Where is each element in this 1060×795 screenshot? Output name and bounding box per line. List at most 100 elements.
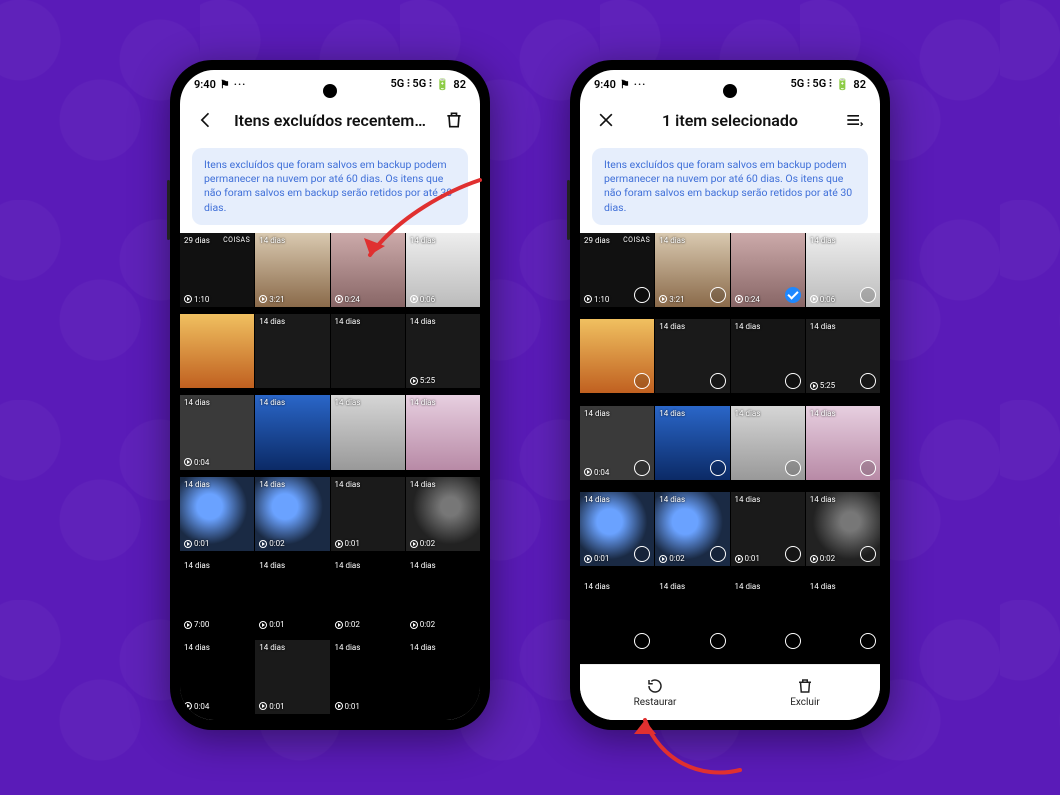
media-cell[interactable]: 14 dias bbox=[406, 640, 480, 714]
media-cell[interactable]: 14 dias0:04 bbox=[580, 406, 654, 480]
selection-circle[interactable] bbox=[710, 460, 726, 476]
trash-button[interactable] bbox=[438, 104, 470, 136]
media-cell[interactable]: 14 dias0:02 bbox=[255, 477, 329, 551]
duration-label: 0:01 bbox=[584, 554, 609, 563]
play-icon bbox=[259, 702, 267, 710]
play-icon bbox=[810, 555, 818, 563]
media-cell[interactable]: 14 dias bbox=[731, 579, 805, 653]
days-remaining-label: 14 dias bbox=[259, 398, 285, 407]
selection-circle[interactable] bbox=[710, 287, 726, 303]
media-cell[interactable]: 14 dias0:04 bbox=[180, 395, 254, 469]
play-icon bbox=[259, 295, 267, 303]
play-icon bbox=[584, 295, 592, 303]
media-cell[interactable]: 14 dias0:02 bbox=[655, 492, 729, 566]
media-cell[interactable]: 14 dias bbox=[255, 395, 329, 469]
media-cell[interactable]: 14 dias0:02 bbox=[806, 492, 880, 566]
status-time: 9:40 bbox=[194, 78, 216, 91]
delete-button[interactable]: Excluir bbox=[730, 665, 880, 720]
selection-circle[interactable] bbox=[785, 546, 801, 562]
play-icon bbox=[259, 540, 267, 548]
days-remaining-label: 14 dias bbox=[184, 398, 210, 407]
page-title: Itens excluídos recentem… bbox=[230, 111, 430, 130]
days-remaining-label: 14 dias bbox=[659, 495, 685, 504]
back-button[interactable] bbox=[190, 104, 222, 136]
media-cell[interactable]: 14 dias0:01 bbox=[331, 640, 405, 714]
duration-label: 0:01 bbox=[335, 539, 360, 548]
days-remaining-label: 14 dias bbox=[735, 409, 761, 418]
media-cell[interactable]: 14 dias0:04 bbox=[180, 640, 254, 714]
media-cell[interactable]: 14 dias0:06 bbox=[406, 233, 480, 307]
duration-label: 0:02 bbox=[410, 620, 435, 629]
media-cell[interactable]: 0:24 bbox=[731, 233, 805, 307]
media-cell[interactable]: 14 dias0:01 bbox=[731, 492, 805, 566]
duration-label: 0:01 bbox=[184, 539, 209, 548]
media-cell[interactable]: 14 dias5:25 bbox=[806, 319, 880, 393]
select-all-button[interactable] bbox=[838, 104, 870, 136]
selection-circle[interactable] bbox=[860, 287, 876, 303]
days-remaining-label: 14 dias bbox=[659, 322, 685, 331]
selection-checkmark-icon[interactable] bbox=[785, 287, 801, 303]
selection-circle[interactable] bbox=[634, 633, 650, 649]
duration-label: 0:01 bbox=[259, 702, 284, 711]
play-icon bbox=[335, 540, 343, 548]
days-remaining-label: 29 dias bbox=[584, 236, 610, 245]
media-cell[interactable]: 14 dias0:06 bbox=[806, 233, 880, 307]
duration-label: 0:02 bbox=[335, 620, 360, 629]
play-icon bbox=[410, 540, 418, 548]
media-cell[interactable]: 14 dias0:02 bbox=[331, 558, 405, 632]
media-cell[interactable]: 29 dias1:10COISAS bbox=[180, 233, 254, 307]
media-cell[interactable]: 14 dias7:00 bbox=[180, 558, 254, 632]
media-cell[interactable]: 14 dias0:02 bbox=[406, 558, 480, 632]
header: Itens excluídos recentem… bbox=[180, 98, 480, 142]
media-cell[interactable]: 14 dias bbox=[406, 395, 480, 469]
selection-circle[interactable] bbox=[710, 546, 726, 562]
days-remaining-label: 14 dias bbox=[659, 409, 685, 418]
media-cell[interactable]: 14 dias bbox=[655, 319, 729, 393]
selection-circle[interactable] bbox=[634, 460, 650, 476]
media-cell[interactable]: 29 dias1:10COISAS bbox=[580, 233, 654, 307]
play-icon bbox=[184, 540, 192, 548]
restore-label: Restaurar bbox=[634, 697, 677, 708]
status-extra-icon: ⚑ bbox=[220, 78, 230, 91]
media-cell[interactable]: 14 dias3:21 bbox=[255, 233, 329, 307]
play-icon bbox=[335, 621, 343, 629]
duration-label: 0:04 bbox=[584, 468, 609, 477]
close-button[interactable] bbox=[590, 104, 622, 136]
media-cell[interactable]: 14 dias0:01 bbox=[331, 477, 405, 551]
media-cell[interactable]: 14 dias bbox=[580, 579, 654, 653]
media-cell[interactable]: 14 dias0:01 bbox=[580, 492, 654, 566]
media-cell[interactable]: 14 dias0:01 bbox=[180, 477, 254, 551]
media-cell[interactable]: 14 dias bbox=[255, 314, 329, 388]
media-cell[interactable] bbox=[580, 319, 654, 393]
media-cell[interactable]: 14 dias5:25 bbox=[406, 314, 480, 388]
media-cell[interactable]: 14 dias bbox=[655, 406, 729, 480]
media-cell[interactable]: 14 dias0:02 bbox=[406, 477, 480, 551]
selection-circle[interactable] bbox=[710, 373, 726, 389]
media-cell[interactable]: 14 dias bbox=[731, 406, 805, 480]
media-cell[interactable]: 14 dias bbox=[806, 579, 880, 653]
media-cell[interactable]: 14 dias bbox=[731, 319, 805, 393]
selection-circle[interactable] bbox=[860, 633, 876, 649]
status-battery: 82 bbox=[453, 78, 466, 91]
media-grid[interactable]: 29 dias1:10COISAS14 dias3:210:2414 dias0… bbox=[180, 233, 480, 720]
restore-button[interactable]: Restaurar bbox=[580, 665, 730, 720]
selection-circle[interactable] bbox=[860, 460, 876, 476]
play-icon bbox=[584, 468, 592, 476]
media-cell[interactable]: 14 dias bbox=[331, 314, 405, 388]
media-cell[interactable]: 14 dias0:01 bbox=[255, 640, 329, 714]
selection-circle[interactable] bbox=[785, 633, 801, 649]
media-grid[interactable]: 29 dias1:10COISAS14 dias3:210:2414 dias0… bbox=[580, 233, 880, 664]
days-remaining-label: 14 dias bbox=[184, 561, 210, 570]
media-cell[interactable]: 0:24 bbox=[331, 233, 405, 307]
media-cell[interactable]: 14 dias bbox=[655, 579, 729, 653]
delete-label: Excluir bbox=[790, 697, 820, 708]
days-remaining-label: 14 dias bbox=[735, 495, 761, 504]
selection-circle[interactable] bbox=[710, 633, 726, 649]
selection-circle[interactable] bbox=[785, 460, 801, 476]
media-cell[interactable] bbox=[180, 314, 254, 388]
media-cell[interactable]: 14 dias bbox=[331, 395, 405, 469]
media-cell[interactable]: 14 dias3:21 bbox=[655, 233, 729, 307]
play-icon bbox=[584, 555, 592, 563]
media-cell[interactable]: 14 dias0:01 bbox=[255, 558, 329, 632]
media-cell[interactable]: 14 dias bbox=[806, 406, 880, 480]
